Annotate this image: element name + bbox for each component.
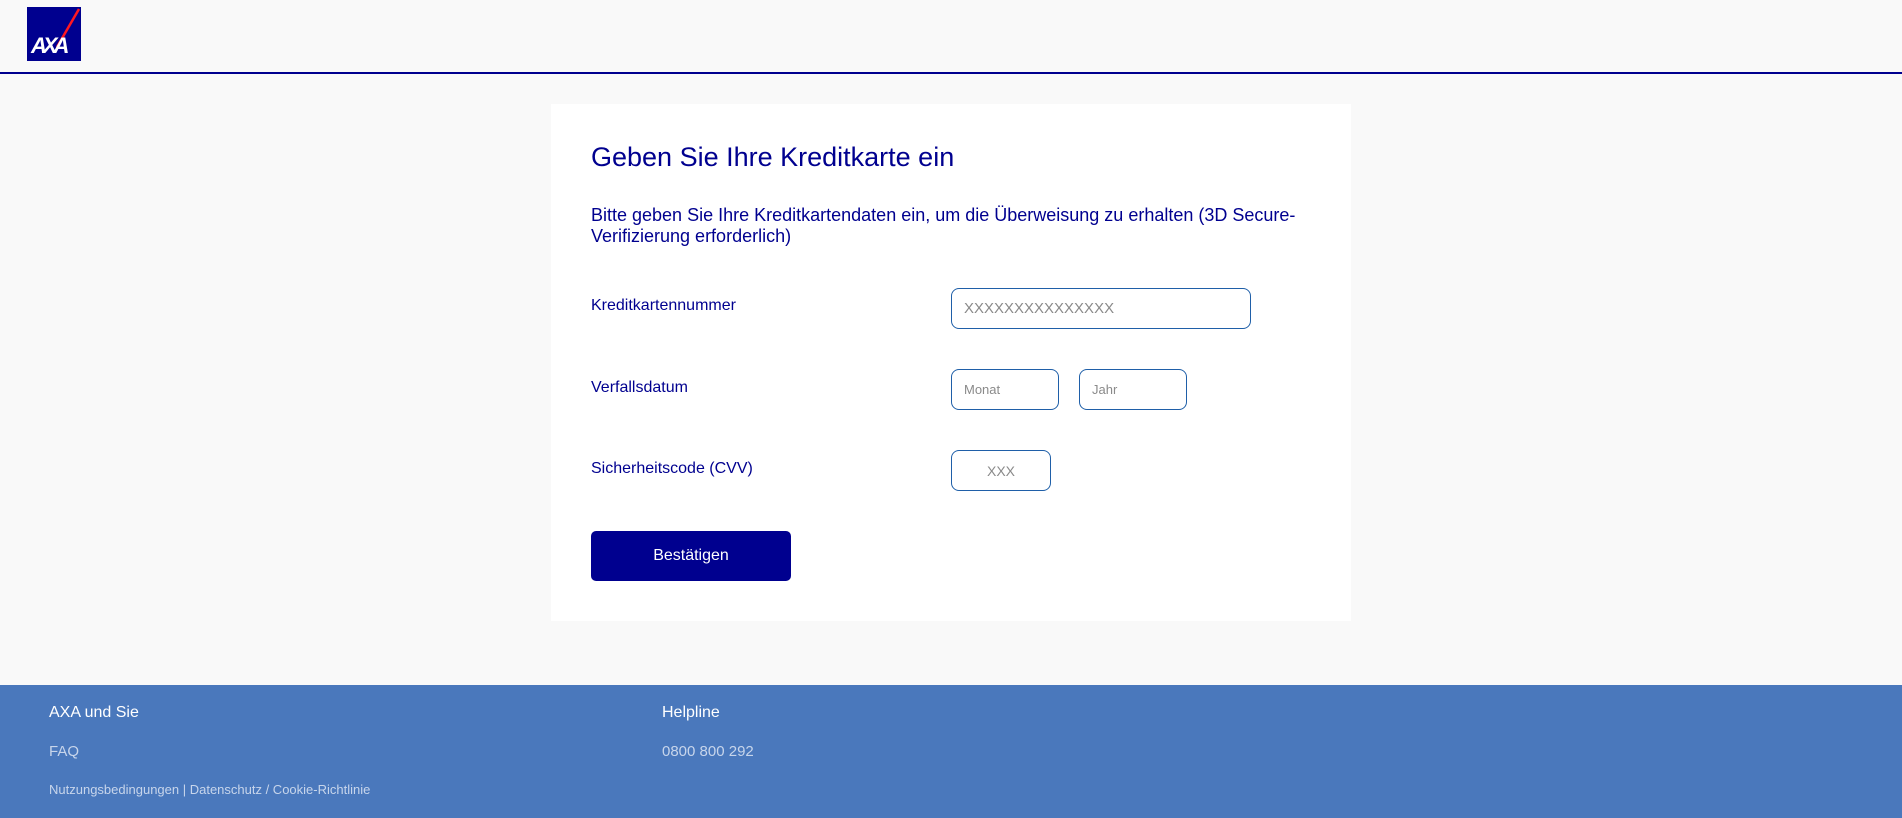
footer-heading-axa: AXA und Sie xyxy=(49,704,139,721)
legal-links[interactable]: Nutzungsbedingungen | Datenschutz / Cook… xyxy=(49,782,370,797)
expiry-label: Verfallsdatum xyxy=(591,379,688,396)
header: AXA xyxy=(0,0,1902,74)
expiry-year-input[interactable] xyxy=(1079,369,1187,410)
page-title: Geben Sie Ihre Kreditkarte ein xyxy=(591,142,955,172)
helpline-phone[interactable]: 0800 800 292 xyxy=(662,743,754,760)
axa-logo[interactable]: AXA xyxy=(27,7,81,61)
logo-text: AXA xyxy=(31,33,70,58)
card-number-label: Kreditkartennummer xyxy=(591,297,736,314)
credit-card-form: Geben Sie Ihre Kreditkarte ein Bitte geb… xyxy=(551,104,1351,621)
faq-link[interactable]: FAQ xyxy=(49,743,79,760)
footer: AXA und Sie FAQ Nutzungsbedingungen | Da… xyxy=(0,685,1902,818)
form-instructions: Bitte geben Sie Ihre Kreditkartendaten e… xyxy=(591,205,1296,246)
footer-heading-helpline: Helpline xyxy=(662,704,720,721)
confirm-button[interactable]: Bestätigen xyxy=(591,531,791,581)
cvv-input[interactable] xyxy=(951,450,1051,491)
cvv-label: Sicherheitscode (CVV) xyxy=(591,460,753,477)
expiry-month-input[interactable] xyxy=(951,369,1059,410)
card-number-input[interactable] xyxy=(951,288,1251,329)
